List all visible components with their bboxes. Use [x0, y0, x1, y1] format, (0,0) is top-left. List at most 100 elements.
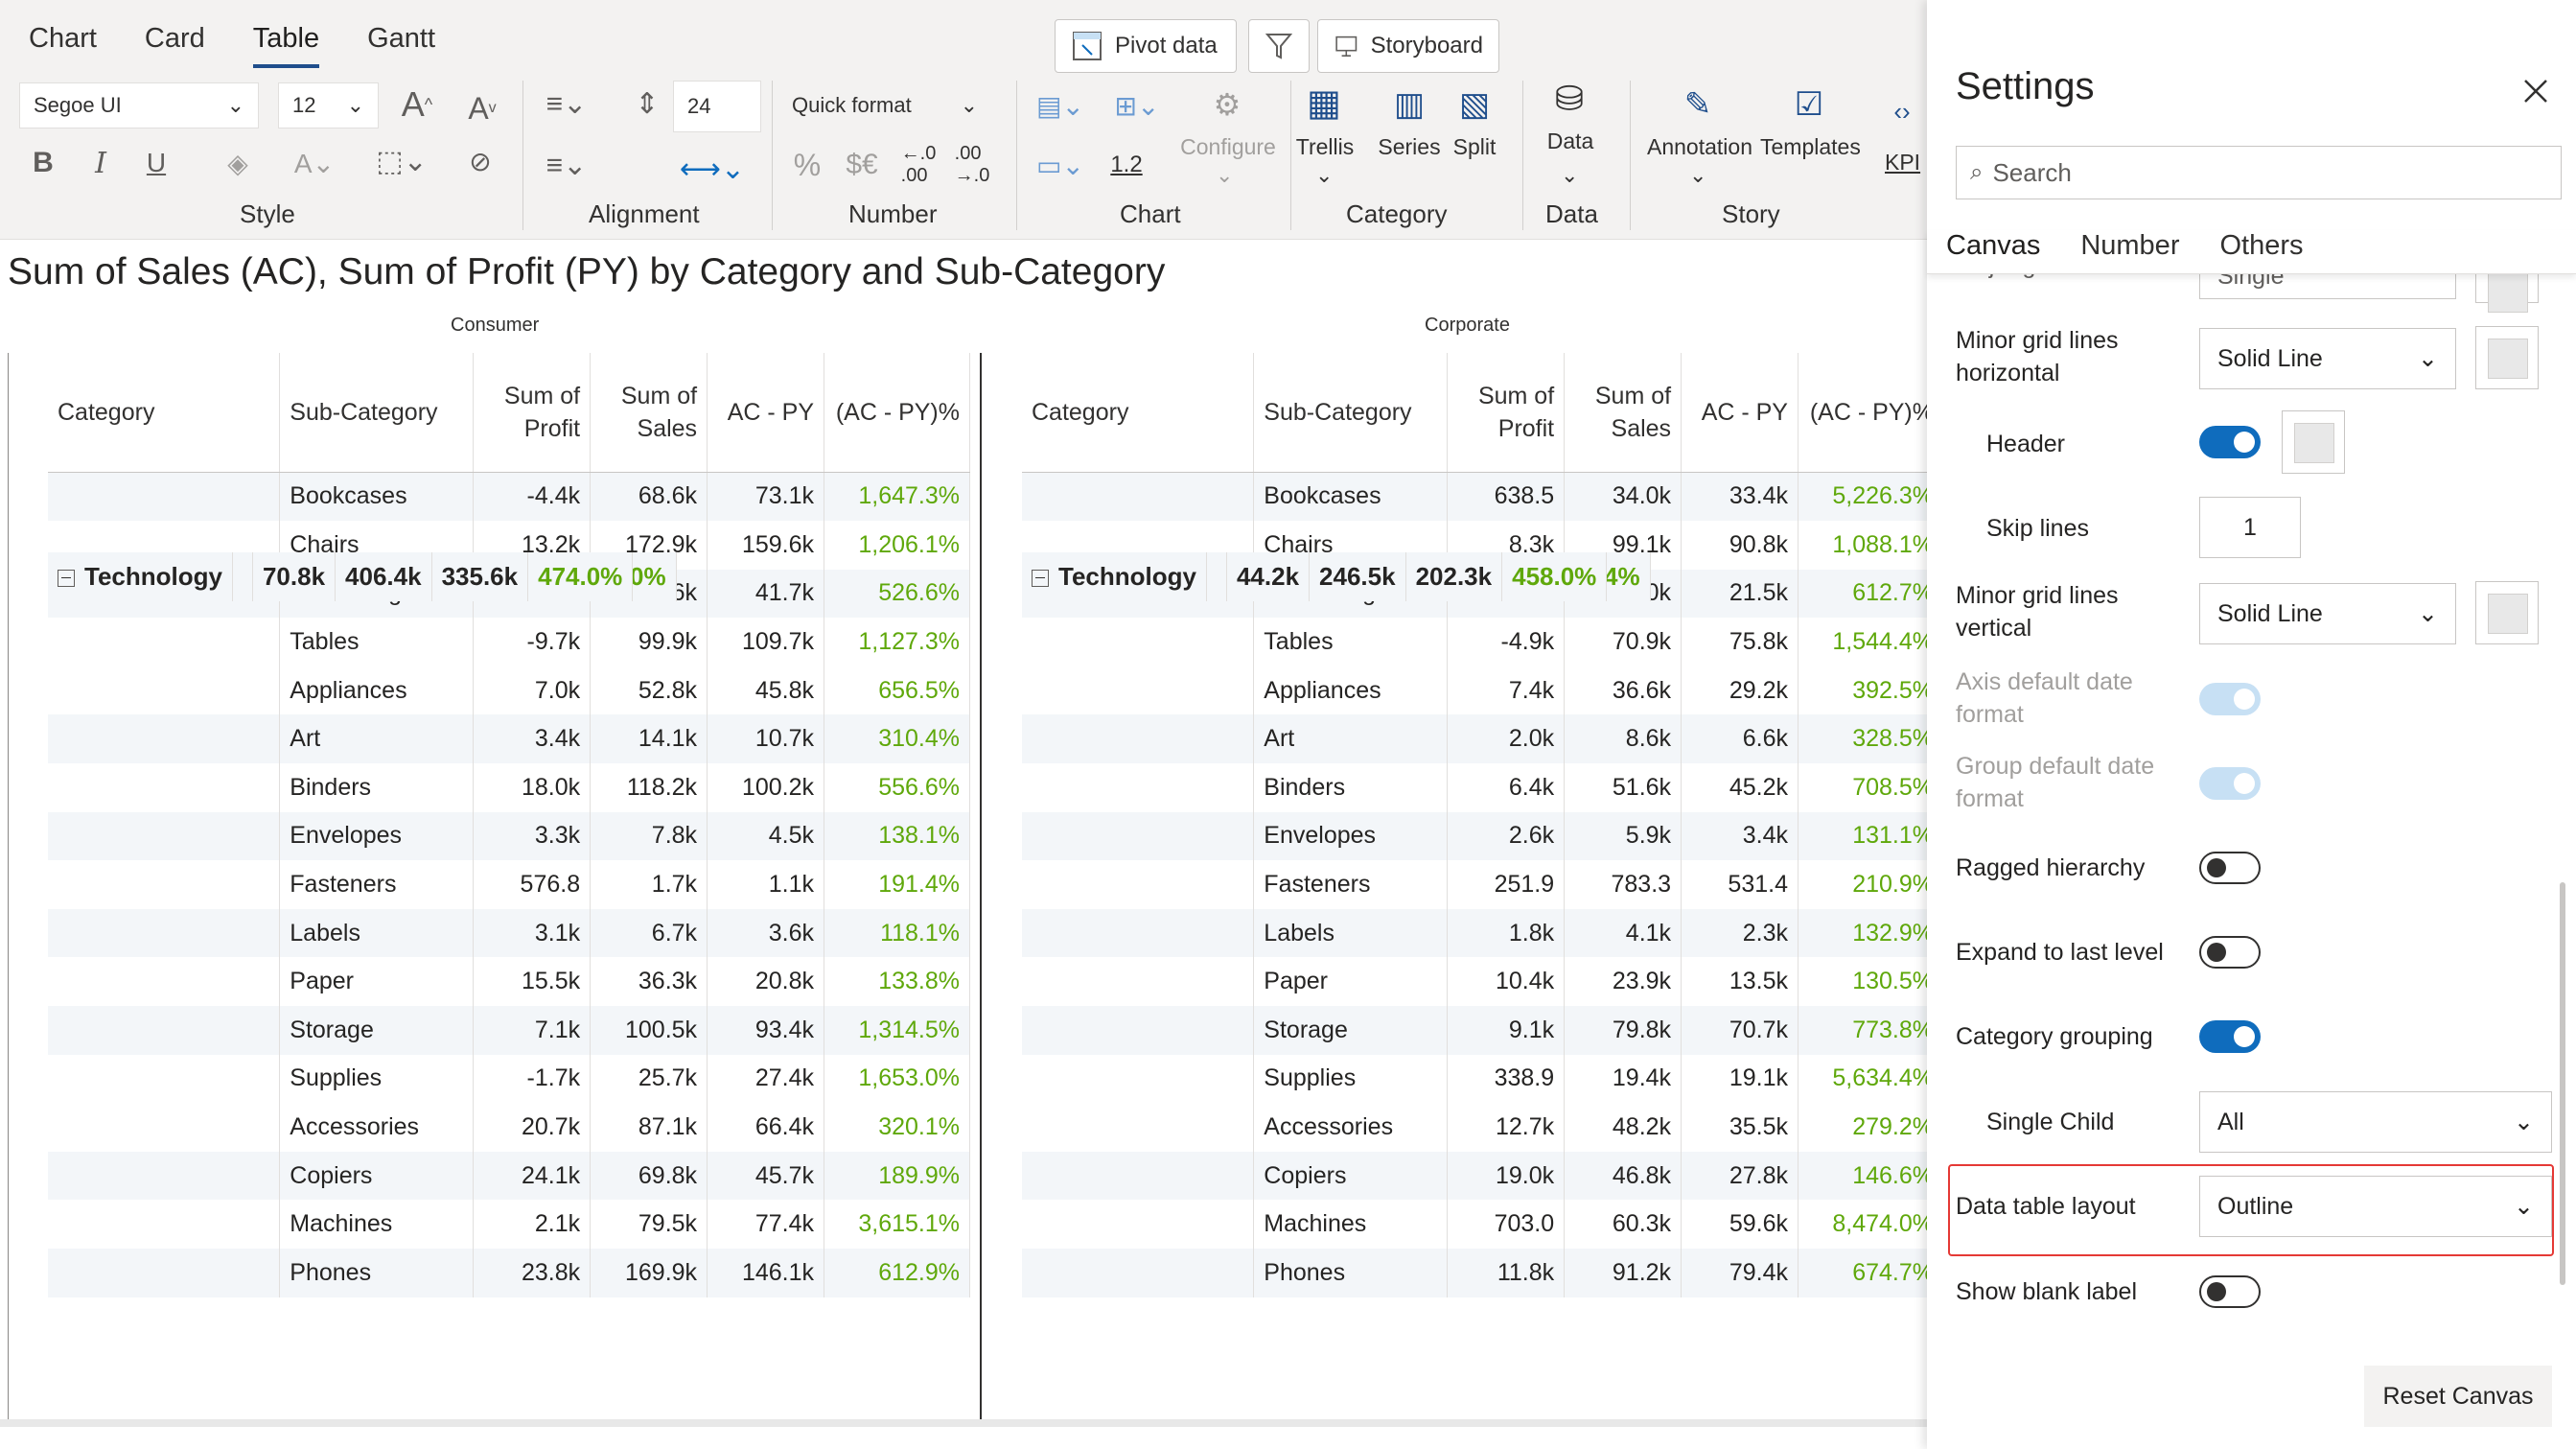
- table-row[interactable]: Copiers 24.1k 69.8k 45.7k 189.9%: [48, 1151, 970, 1201]
- bold-icon[interactable]: B: [27, 144, 59, 182]
- minor-grid-h-color-button[interactable]: [2475, 326, 2539, 389]
- column-header[interactable]: AC - PY: [707, 353, 825, 473]
- single-child-select[interactable]: All ⌄: [2199, 1091, 2552, 1153]
- collapse-icon[interactable]: [58, 569, 75, 587]
- kpi-label[interactable]: KPI: [1885, 150, 1927, 175]
- table-group-row[interactable]: Technology 70.8k 406.4k 335.6k 474.0%: [48, 552, 634, 601]
- table-row[interactable]: Binders 18.0k 118.2k 100.2k 556.6%: [48, 763, 970, 812]
- table-row[interactable]: Accessories 12.7k 48.2k 35.5k 279.2%: [1022, 1103, 1927, 1152]
- fill-color-icon[interactable]: ◈: [219, 144, 257, 182]
- collapse-icon[interactable]: [1032, 569, 1049, 587]
- table-row[interactable]: Fasteners 251.9 783.3 531.4 210.9%: [1022, 860, 1927, 909]
- settings-search-input[interactable]: ⌕ Search: [1956, 146, 2562, 199]
- tab-others[interactable]: Others: [2219, 230, 2303, 273]
- split-icon[interactable]: ▧: [1451, 81, 1497, 129]
- table-row[interactable]: Envelopes 3.3k 7.8k 4.5k 138.1%: [48, 811, 970, 861]
- table-row[interactable]: Labels 3.1k 6.7k 3.6k 118.1%: [48, 908, 970, 958]
- table-row[interactable]: Tables -4.9k 70.9k 75.8k 1,544.4%: [1022, 618, 1927, 666]
- chart-type-icon[interactable]: ▭⌄: [1026, 144, 1095, 186]
- italic-icon[interactable]: I: [84, 144, 117, 182]
- close-icon[interactable]: [2521, 77, 2550, 105]
- tab-chart[interactable]: Chart: [29, 23, 97, 68]
- column-header[interactable]: AC - PY: [1681, 353, 1799, 473]
- templates-label[interactable]: Templates: [1760, 134, 1861, 160]
- tab-card[interactable]: Card: [145, 23, 205, 68]
- table-row[interactable]: Labels 1.8k 4.1k 2.3k 132.9%: [1022, 908, 1927, 958]
- minor-grid-h-select[interactable]: Solid Line ⌄: [2199, 328, 2456, 389]
- font-color-icon[interactable]: A⌄: [288, 142, 341, 184]
- table-row[interactable]: Accessories 20.7k 87.1k 66.4k 320.1%: [48, 1103, 970, 1152]
- table-row[interactable]: Binders 6.4k 51.6k 45.2k 708.5%: [1022, 763, 1927, 812]
- column-header[interactable]: (AC - PY)%: [824, 353, 970, 473]
- column-header[interactable]: Sum of Profit: [1447, 353, 1566, 473]
- table-row[interactable]: Art 2.0k 8.6k 6.6k 328.5%: [1022, 714, 1927, 764]
- settings-scrollbar[interactable]: [2560, 882, 2565, 1285]
- tab-table[interactable]: Table: [252, 23, 320, 68]
- column-width-icon[interactable]: ⟷⌄: [677, 150, 748, 188]
- table-row[interactable]: Phones 23.8k 169.9k 146.1k 612.9%: [48, 1249, 970, 1297]
- column-header[interactable]: Category: [1022, 353, 1255, 473]
- table-row[interactable]: Copiers 19.0k 46.8k 27.8k 146.6%: [1022, 1151, 1927, 1201]
- line-height-icon[interactable]: ⇕: [633, 82, 661, 125]
- group-date-format-toggle[interactable]: [2199, 767, 2261, 800]
- pivot-data-button[interactable]: Pivot data: [1055, 19, 1237, 73]
- table-row[interactable]: Envelopes 2.6k 5.9k 3.4k 131.1%: [1022, 811, 1927, 861]
- kpi-icon[interactable]: ‹›: [1883, 92, 1921, 130]
- configure-label[interactable]: Configure: [1175, 134, 1281, 160]
- column-header[interactable]: (AC - PY)%: [1798, 353, 1927, 473]
- table-row[interactable]: Tables -9.7k 99.9k 109.7k 1,127.3%: [48, 618, 970, 666]
- storyboard-button[interactable]: Storyboard: [1317, 19, 1499, 73]
- header-color-button[interactable]: [2282, 410, 2345, 474]
- axis-date-format-toggle[interactable]: [2199, 683, 2261, 715]
- currency-icon[interactable]: $€: [838, 144, 886, 186]
- header-toggle[interactable]: [2199, 426, 2261, 458]
- table-row[interactable]: Paper 10.4k 23.9k 13.5k 130.5%: [1022, 957, 1927, 1007]
- filter-button[interactable]: [1248, 19, 1310, 73]
- column-header[interactable]: Sum of Profit: [473, 353, 592, 473]
- data-table-layout-select[interactable]: Outline ⌄: [2199, 1176, 2552, 1237]
- series-icon[interactable]: ▥: [1386, 81, 1432, 129]
- column-header[interactable]: Sum of Sales: [590, 353, 708, 473]
- table-row[interactable]: Machines 703.0 60.3k 59.6k 8,474.0%: [1022, 1200, 1927, 1249]
- annotation-label[interactable]: Annotation: [1639, 134, 1760, 160]
- decrease-decimal-icon[interactable]: .00 →.0: [951, 142, 993, 188]
- line-height-input[interactable]: 24: [673, 81, 761, 132]
- align-vertical-icon[interactable]: ≡⌄: [533, 144, 600, 186]
- table-group-row[interactable]: Technology 44.2k 246.5k 202.3k 458.0%: [1022, 552, 1608, 601]
- shrink-font-icon[interactable]: Av: [458, 84, 506, 132]
- font-size-select[interactable]: 12 ⌄: [278, 82, 379, 129]
- percent-icon[interactable]: %: [788, 144, 826, 186]
- show-blank-label-toggle[interactable]: [2199, 1275, 2261, 1308]
- templates-icon[interactable]: ☑: [1785, 81, 1833, 129]
- split-label[interactable]: Split: [1444, 134, 1505, 160]
- tab-gantt[interactable]: Gantt: [367, 23, 435, 68]
- annotation-icon[interactable]: ✎: [1674, 81, 1722, 129]
- expand-last-level-toggle[interactable]: [2199, 936, 2261, 969]
- ragged-hierarchy-toggle[interactable]: [2199, 852, 2261, 884]
- column-header[interactable]: Sum of Sales: [1564, 353, 1683, 473]
- decimal-value[interactable]: 1.2: [1102, 144, 1150, 186]
- table-row[interactable]: Paper 15.5k 36.3k 20.8k 133.8%: [48, 957, 970, 1007]
- table-row[interactable]: Storage 7.1k 100.5k 93.4k 1,314.5%: [48, 1006, 970, 1055]
- table-row[interactable]: Supplies -1.7k 25.7k 27.4k 1,653.0%: [48, 1054, 970, 1104]
- quick-format-dropdown[interactable]: Quick format ⌄: [778, 81, 991, 130]
- table-row[interactable]: Bookcases -4.4k 68.6k 73.1k 1,647.3%: [48, 472, 970, 522]
- table-row[interactable]: Phones 11.8k 91.2k 79.4k 674.7%: [1022, 1249, 1927, 1297]
- table-row[interactable]: Storage 9.1k 79.8k 70.7k 773.8%: [1022, 1006, 1927, 1055]
- align-left-icon[interactable]: ≡⌄: [533, 82, 600, 125]
- underline-icon[interactable]: U: [140, 144, 173, 182]
- bar-chart-icon[interactable]: ▤⌄: [1026, 84, 1095, 127]
- column-header[interactable]: Sub-Category: [1253, 353, 1449, 473]
- minor-grid-v-color-button[interactable]: [2475, 581, 2539, 644]
- trellis-icon[interactable]: ▦: [1300, 79, 1348, 127]
- column-header[interactable]: Sub-Category: [279, 353, 475, 473]
- reset-canvas-button[interactable]: Reset Canvas: [2364, 1366, 2552, 1427]
- table-row[interactable]: Bookcases 638.5 34.0k 33.4k 5,226.3%: [1022, 472, 1927, 522]
- tab-canvas[interactable]: Canvas: [1946, 230, 2040, 273]
- series-label[interactable]: Series: [1371, 134, 1448, 160]
- database-icon[interactable]: ⛁: [1545, 75, 1593, 123]
- hide-icon[interactable]: ⊘: [456, 140, 504, 182]
- table-row[interactable]: Appliances 7.4k 36.6k 29.2k 392.5%: [1022, 666, 1927, 715]
- table-row[interactable]: Fasteners 576.8 1.7k 1.1k 191.4%: [48, 860, 970, 909]
- column-header[interactable]: Category: [48, 353, 281, 473]
